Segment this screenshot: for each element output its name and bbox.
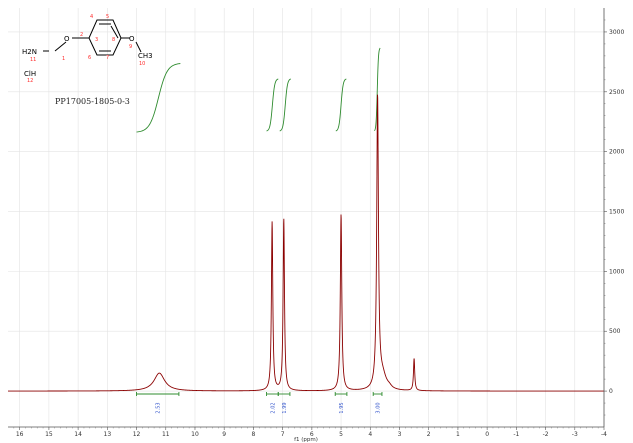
atom-number-12: 12 xyxy=(27,78,33,84)
integral-curve xyxy=(136,63,181,133)
integral-value-label: 2.02 xyxy=(270,402,276,413)
grid-lines xyxy=(8,8,605,427)
spectrum-line xyxy=(8,94,604,392)
atom-oxygen-2: O xyxy=(129,35,135,43)
x-tick-label: 14 xyxy=(74,431,82,438)
x-tick-label: 9 xyxy=(222,431,226,438)
atom-clh: ClH xyxy=(24,70,36,78)
x-tick-label: 7 xyxy=(281,431,285,438)
x-tick-label: -2 xyxy=(543,431,549,438)
atom-number-5: 5 xyxy=(106,14,109,20)
x-tick-label: 8 xyxy=(251,431,255,438)
chemical-structure: H2N O O CH3 ClH 1 2 3 4 5 6 7 8 9 10 11 … xyxy=(22,14,153,84)
nmr-spectrum-chart: 2.53 2.02 1.99 1.95 3.00 16 15 14 13 12 11 10 9 8 7 6 5… xyxy=(8,8,624,443)
nmr-spectrum-figure: 2.53 2.02 1.99 1.95 3.00 16 15 14 13 12 11 10 9 8 7 6 5… xyxy=(0,0,633,443)
atom-number-3: 3 xyxy=(95,37,98,43)
y-tick-label: 0 xyxy=(609,388,613,395)
atom-number-6: 6 xyxy=(88,55,91,61)
y-tick-label: 3000 xyxy=(609,29,624,36)
atom-number-8: 8 xyxy=(112,37,115,43)
atom-ch3: CH3 xyxy=(138,52,153,60)
spectrum-trace xyxy=(8,94,604,392)
x-tick-label: 12 xyxy=(133,431,141,438)
x-tick-label: 0 xyxy=(485,431,489,438)
atom-number-11: 11 xyxy=(30,57,36,63)
atom-h2n: H2N xyxy=(22,48,37,56)
atom-number-7: 7 xyxy=(106,55,109,61)
y-tick-label: 1000 xyxy=(609,268,624,275)
atom-number-1: 1 xyxy=(62,56,65,62)
x-tick-label: 15 xyxy=(45,431,53,438)
x-tick-label: 10 xyxy=(191,431,199,438)
atom-number-9: 9 xyxy=(129,44,132,50)
x-tick-label: 5 xyxy=(339,431,343,438)
x-tick-label: 16 xyxy=(16,431,24,438)
axes: 16 15 14 13 12 11 10 9 8 7 6 5 4 3 2 1 0 -1 -2 -3 -405001000… xyxy=(8,8,624,438)
y-tick-label: 1500 xyxy=(609,209,624,216)
atom-number-2: 2 xyxy=(80,32,83,38)
integral-regions: 2.53 2.02 1.99 1.95 3.00 xyxy=(136,392,383,414)
integral-value-label: 1.95 xyxy=(339,402,345,413)
sample-id-label: PP17005-1805-0-3 xyxy=(55,97,130,106)
integral-curve xyxy=(266,78,279,132)
x-tick-label: -1 xyxy=(513,431,519,438)
atom-number-4: 4 xyxy=(90,14,93,20)
y-tick-label: 2500 xyxy=(609,89,624,96)
integral-curves xyxy=(136,47,381,133)
x-tick-label: -4 xyxy=(601,431,607,438)
x-tick-label: -3 xyxy=(572,431,578,438)
x-tick-label: 3 xyxy=(398,431,402,438)
x-tick-label: 13 xyxy=(104,431,112,438)
y-tick-label: 2000 xyxy=(609,149,624,156)
x-tick-label: 1 xyxy=(456,431,460,438)
integral-value-label: 2.53 xyxy=(156,402,162,413)
atom-number-10: 10 xyxy=(139,61,145,67)
integral-value-label: 1.99 xyxy=(282,402,288,413)
x-tick-label: 4 xyxy=(368,431,372,438)
integral-curve xyxy=(279,78,291,132)
integral-value-label: 3.00 xyxy=(376,402,382,413)
x-axis-title: f1 (ppm) xyxy=(294,437,318,443)
atom-oxygen-1: O xyxy=(64,35,70,43)
x-tick-label: 2 xyxy=(427,431,431,438)
x-tick-label: 11 xyxy=(162,431,170,438)
y-tick-label: 500 xyxy=(609,328,621,335)
benzene-ring xyxy=(88,19,122,56)
